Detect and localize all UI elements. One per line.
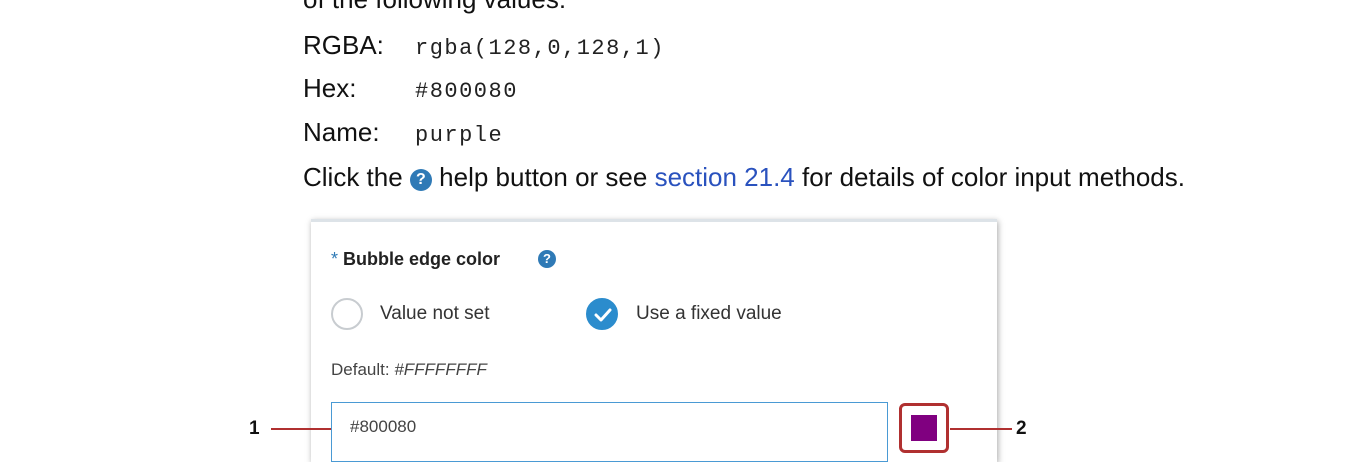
callout-1-number: 1: [249, 418, 260, 439]
color-swatch: [911, 415, 937, 441]
radio-use-fixed-value-label[interactable]: Use a fixed value: [636, 303, 782, 325]
default-prefix: Default:: [331, 360, 390, 379]
callout-2-number: 2: [1016, 418, 1027, 439]
radio-value-not-set[interactable]: [331, 298, 363, 330]
hex-value: #800080: [415, 79, 518, 104]
setting-title-text: Bubble edge color: [343, 249, 501, 269]
name-value: purple: [415, 123, 504, 148]
check-icon: [594, 308, 612, 322]
help-icon: ?: [409, 169, 432, 191]
callout-2-line: [950, 428, 1012, 430]
color-picker-button[interactable]: [899, 403, 949, 453]
click-middle: help button or see: [439, 162, 648, 192]
default-value-hint: Default: #FFFFFFFF: [331, 360, 487, 380]
name-label: Name:: [303, 117, 380, 147]
color-value-input[interactable]: #800080: [331, 402, 888, 462]
setting-title: * Bubble edge color: [331, 249, 500, 270]
color-setting-panel: * Bubble edge color ? Value not set Use …: [311, 219, 997, 462]
help-instructions: Click the ? help button or see section 2…: [303, 162, 1185, 193]
name-row: Name: purple: [303, 117, 503, 148]
click-suffix: for details of color input methods.: [802, 162, 1185, 192]
default-value: #FFFFFFFF: [394, 360, 487, 379]
radio-value-not-set-label[interactable]: Value not set: [380, 303, 490, 325]
required-marker: *: [331, 249, 339, 269]
rgba-row: RGBA: rgba(128,0,128,1): [303, 30, 665, 61]
callout-1-line: [271, 428, 331, 430]
rgba-label: RGBA:: [303, 30, 384, 60]
rgba-value: rgba(128,0,128,1): [415, 36, 665, 61]
click-prefix: Click the: [303, 162, 403, 192]
hex-row: Hex: #800080: [303, 73, 518, 104]
hex-label: Hex:: [303, 73, 357, 103]
intro-fragment: of the following values:: [303, 0, 566, 15]
section-link[interactable]: section 21.4: [655, 162, 795, 192]
radio-use-fixed-value[interactable]: [586, 298, 618, 330]
question-circle-icon[interactable]: ?: [538, 250, 556, 268]
